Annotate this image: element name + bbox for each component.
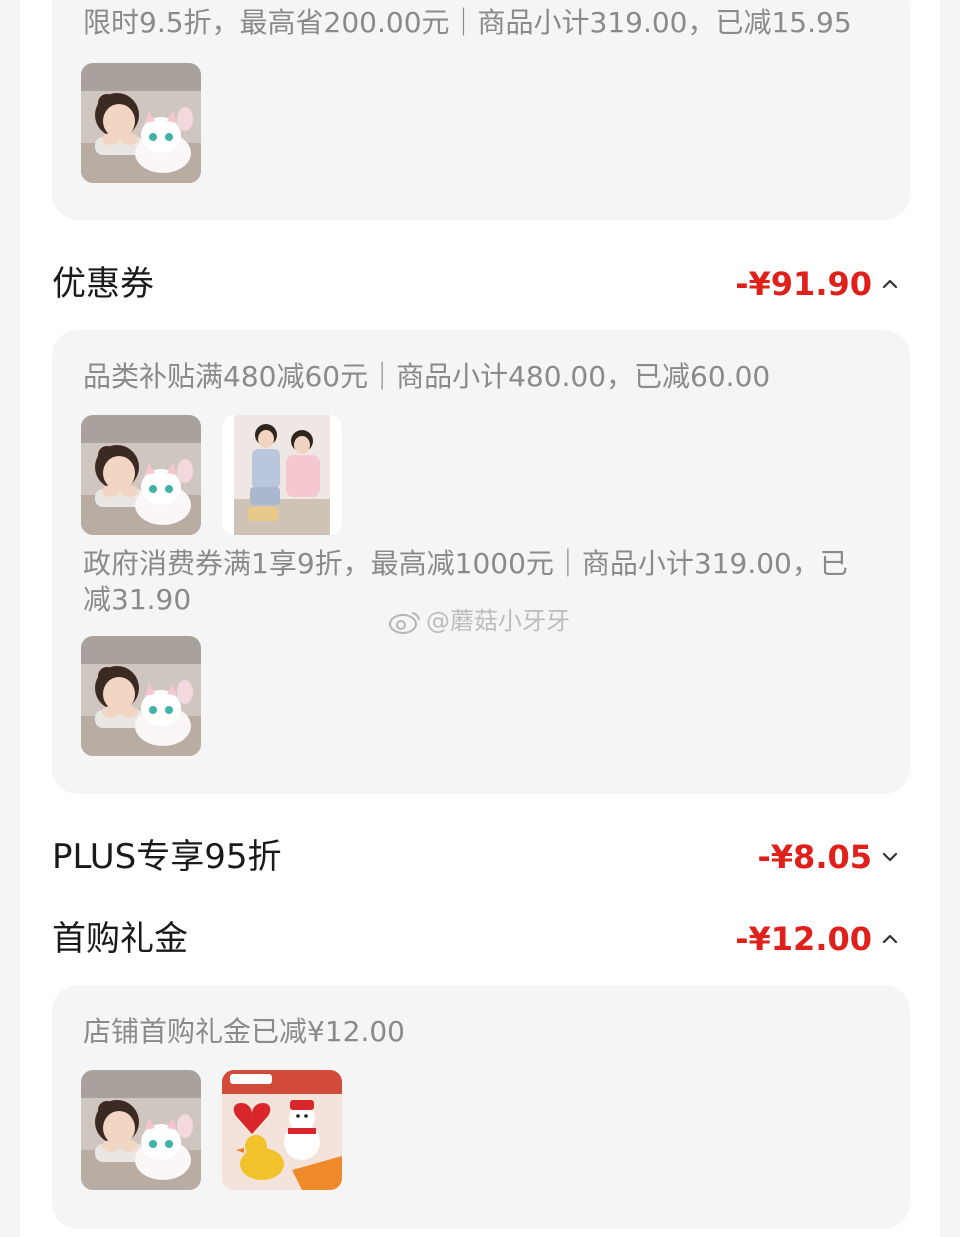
chevron-down-icon[interactable] xyxy=(876,843,904,871)
watermark-text: @蘑菇小牙牙 xyxy=(426,607,570,635)
plus-discount-amount: -¥8.05 xyxy=(757,838,873,876)
first-purchase-section-header[interactable]: 首购礼金 -¥12.00 xyxy=(52,914,910,964)
coupon-section-title: 优惠券 xyxy=(52,264,154,304)
first-purchase-title: 首购礼金 xyxy=(52,919,188,959)
product-thumbnail-pajamas[interactable] xyxy=(222,415,342,535)
product-thumbnail-christmas-toys[interactable] xyxy=(222,1070,342,1190)
coupon-section-amount: -¥91.90 xyxy=(735,265,872,303)
robot-cat-toy-product-image xyxy=(81,1070,201,1190)
first-purchase-detail-card: 店铺首购礼金已减¥12.00 xyxy=(52,985,910,1229)
weibo-watermark: @蘑菇小牙牙 xyxy=(388,603,570,639)
limited-discount-card: 限时9.5折，最高省200.00元｜商品小计319.00，已减15.95 xyxy=(52,0,910,220)
product-thumbnail-robot-cat[interactable] xyxy=(81,415,201,535)
chevron-up-icon[interactable] xyxy=(876,270,904,298)
category-subsidy-description: 品类补贴满480减60元｜商品小计480.00，已减60.00 xyxy=(83,360,771,393)
christmas-toys-product-image xyxy=(222,1070,342,1190)
plus-discount-title: PLUS专享95折 xyxy=(52,837,282,877)
limited-discount-description: 限时9.5折，最高省200.00元｜商品小计319.00，已减15.95 xyxy=(83,6,852,39)
first-purchase-description: 店铺首购礼金已减¥12.00 xyxy=(83,1015,405,1048)
weibo-logo-icon xyxy=(389,612,420,634)
plus-discount-section-header[interactable]: PLUS专享95折 -¥8.05 xyxy=(52,832,910,882)
coupon-section-header[interactable]: 优惠券 -¥91.90 xyxy=(52,259,910,309)
product-thumbnail-robot-cat[interactable] xyxy=(81,1070,201,1190)
robot-cat-toy-product-image xyxy=(81,415,201,535)
coupon-detail-card: 品类补贴满480减60元｜商品小计480.00，已减60.00 政府消费券满1享… xyxy=(52,330,910,794)
product-thumbnail-robot-cat[interactable] xyxy=(81,63,201,183)
first-purchase-amount: -¥12.00 xyxy=(735,920,872,958)
robot-cat-toy-product-image xyxy=(81,63,201,183)
chevron-up-icon[interactable] xyxy=(876,925,904,953)
robot-cat-toy-product-image xyxy=(81,636,201,756)
pajamas-couple-product-image xyxy=(222,415,342,535)
product-thumbnail-robot-cat[interactable] xyxy=(81,636,201,756)
